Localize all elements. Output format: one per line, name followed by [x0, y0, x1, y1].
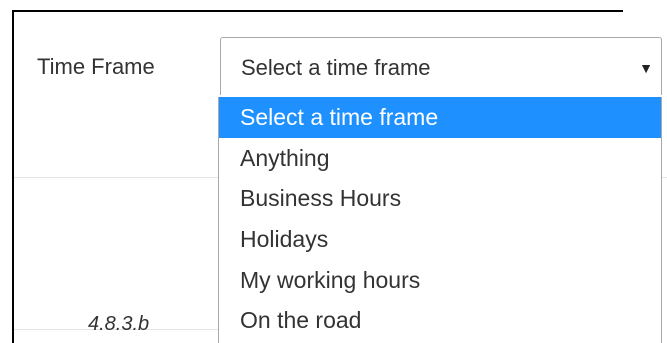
select-current-value: Select a time frame	[241, 55, 431, 80]
time-frame-dropdown-list: Select a time frame Anything Business Ho…	[218, 97, 662, 343]
caret-down-icon: ▼	[639, 60, 653, 76]
option-business-hours[interactable]: Business Hours	[219, 178, 661, 219]
version-label: 4.8.3.b	[88, 313, 150, 335]
option-select-a-time-frame[interactable]: Select a time frame	[219, 97, 661, 138]
time-frame-label: Time Frame	[37, 54, 155, 79]
option-holidays[interactable]: Holidays	[219, 219, 661, 260]
option-anything[interactable]: Anything	[219, 138, 661, 179]
time-frame-select[interactable]: Select a time frame ▼	[220, 37, 662, 95]
option-my-working-hours[interactable]: My working hours	[219, 260, 661, 301]
frame-top-border	[12, 10, 623, 12]
option-on-the-road[interactable]: On the road	[219, 300, 661, 341]
